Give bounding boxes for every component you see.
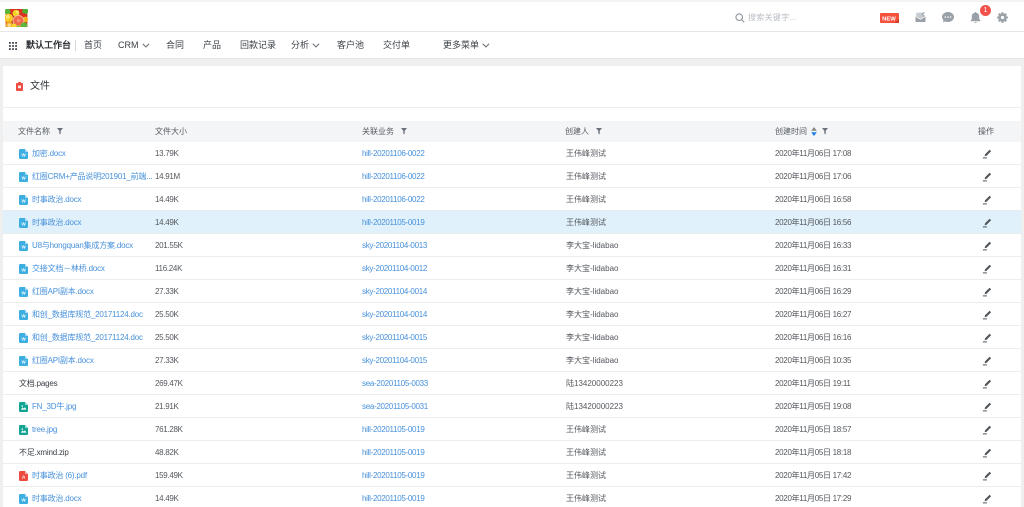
svg-text:NEW: NEW [882,17,896,23]
